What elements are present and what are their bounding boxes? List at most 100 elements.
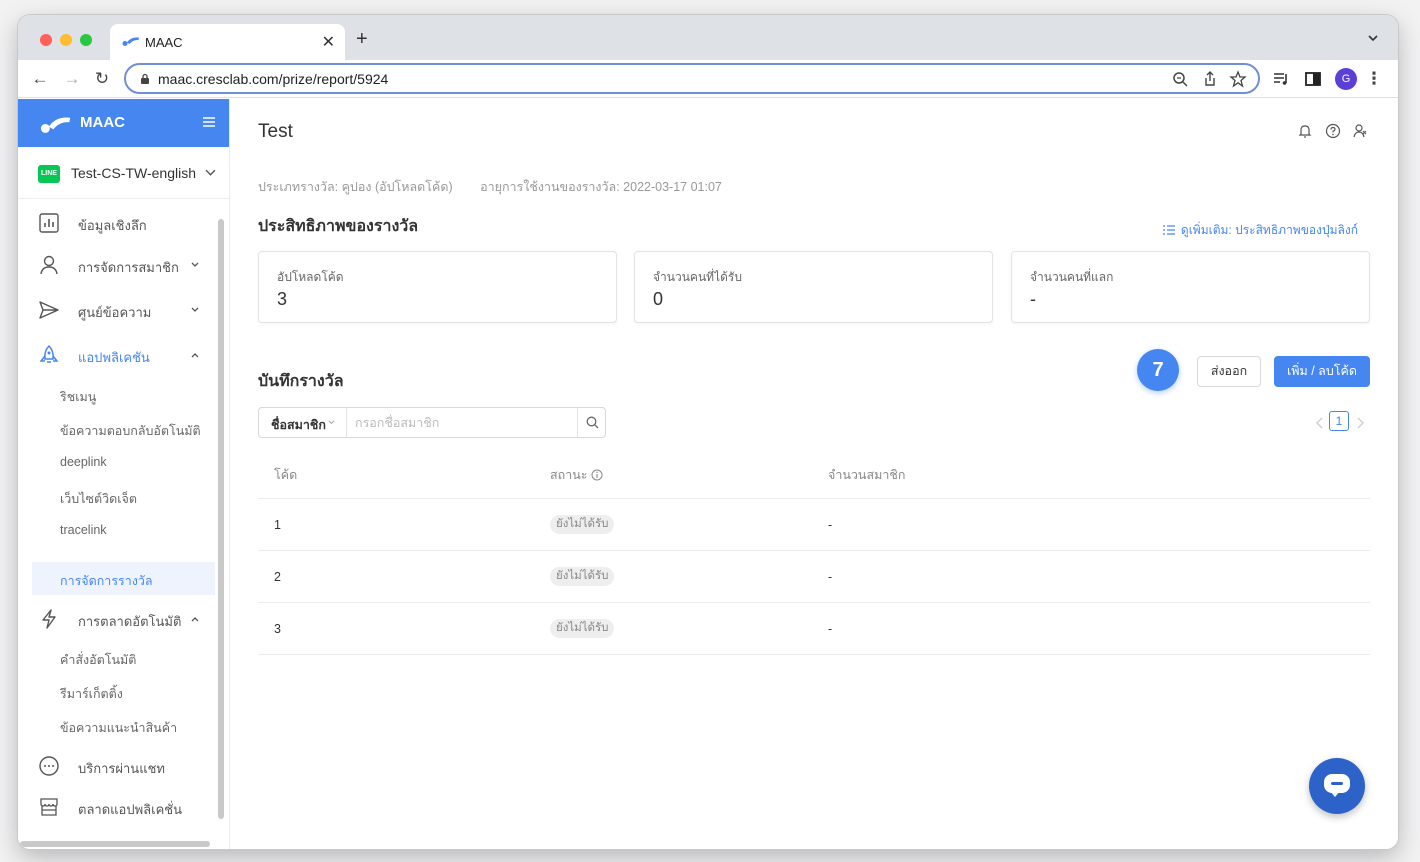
new-tab-button[interactable]: + — [356, 28, 368, 51]
performance-section-title: ประสิทธิภาพของรางวัล — [258, 218, 419, 235]
search-input[interactable] — [355, 412, 565, 433]
members-cell: - — [828, 570, 833, 584]
browser-toolbar: ← → ↻ maac.cresclab.com/prize/report/592… — [18, 60, 1398, 98]
pagination-current-page[interactable]: 1 — [1329, 411, 1349, 431]
zoom-icon[interactable] — [1171, 70, 1189, 88]
sidebar-subitem-auto-reply[interactable]: ข้อความตอบกลับอัตโนมัติ — [32, 412, 215, 445]
brand-name: MAAC — [80, 114, 125, 131]
sidebar-subitem-remarketing[interactable]: รีมาร์เก็ตติ้ง — [32, 675, 215, 708]
address-bar[interactable]: maac.cresclab.com/prize/report/5924 — [124, 63, 1260, 94]
bell-icon[interactable] — [1297, 123, 1313, 139]
sidebar: MAAC LINE Test-CS-TW-english ข้อมูลเชิงล… — [18, 99, 230, 849]
account-switcher[interactable]: LINE Test-CS-TW-english — [18, 147, 229, 199]
column-header-members: จำนวนสมาชิก — [828, 468, 906, 482]
sidebar-item-label: ข้อมูลเชิงลึก — [78, 218, 147, 233]
prize-type: ประเภทรางวัล: คูปอง (อัปโหลดโค้ด) — [258, 180, 453, 194]
account-name: Test-CS-TW-english — [71, 165, 196, 181]
browser-tab[interactable]: MAAC ✕ — [110, 24, 345, 60]
share-icon[interactable] — [1201, 70, 1219, 88]
search-button[interactable] — [577, 408, 606, 437]
sidebar-item-label: บริการผ่านแชท — [78, 761, 165, 776]
stat-card-redeemed: จำนวนคนที่แลก - — [1011, 251, 1370, 323]
bar-chart-icon — [39, 213, 59, 233]
help-icon[interactable] — [1325, 123, 1341, 139]
code-cell: 1 — [274, 518, 281, 532]
more-performance-link[interactable]: ดูเพิ่มเติม: ประสิทธิภาพของปุ่มลิงก์ — [1162, 221, 1358, 240]
sidebar-subitem-label: ข้อความตอบกลับอัตโนมัติ — [60, 424, 201, 438]
chat-widget-button[interactable] — [1309, 758, 1365, 814]
hamburger-menu-icon[interactable] — [202, 115, 216, 129]
member-search: ชื่อสมาชิก — [258, 407, 606, 438]
store-icon — [40, 798, 58, 816]
status-badge: ยังไม่ได้รับ — [550, 567, 615, 586]
sidebar-subitem-deeplink[interactable]: deeplink — [32, 446, 215, 479]
profile-avatar[interactable]: G — [1335, 68, 1357, 90]
step-badge: 7 — [1137, 349, 1179, 391]
sidebar-subitem-richmenu[interactable]: ริชเมนู — [32, 378, 215, 411]
sidebar-item-app-market[interactable]: ตลาดแอปพลิเคชั่น — [18, 787, 218, 827]
sidebar-subitem-tracelink[interactable]: tracelink — [32, 514, 215, 547]
members-cell: - — [828, 518, 833, 532]
close-window-button[interactable] — [40, 34, 52, 46]
sidebar-item-chat-service[interactable]: บริการผ่านแชท — [18, 746, 218, 786]
side-panel-icon[interactable] — [1304, 70, 1322, 88]
tab-search-chevron-icon[interactable] — [1366, 31, 1380, 45]
minimize-window-button[interactable] — [60, 34, 72, 46]
reload-icon[interactable]: ↻ — [92, 69, 112, 89]
forward-arrow-icon[interactable]: → — [62, 69, 82, 89]
chevron-left-icon[interactable] — [1315, 417, 1325, 429]
sidebar-item-applications[interactable]: แอปพลิเคชัน — [18, 335, 218, 375]
sidebar-horizontal-scrollbar[interactable] — [20, 841, 210, 847]
chevron-up-icon — [191, 617, 199, 622]
chevron-right-icon[interactable] — [1355, 417, 1365, 429]
user-icon — [40, 255, 58, 275]
members-cell: - — [828, 622, 833, 636]
sidebar-subitem-auto-command[interactable]: คำสั่งอัตโนมัติ — [32, 641, 215, 674]
sidebar-subitem-label: tracelink — [60, 523, 107, 537]
sidebar-subitem-prize-management[interactable]: การจัดการรางวัล — [32, 562, 215, 595]
url-text: maac.cresclab.com/prize/report/5924 — [158, 71, 389, 87]
info-icon[interactable] — [591, 469, 603, 481]
sidebar-header: MAAC — [18, 99, 229, 147]
sidebar-subitem-label: คำสั่งอัตโนมัติ — [60, 653, 137, 667]
sidebar-subitem-label: deeplink — [60, 455, 107, 469]
stat-value: 0 — [653, 289, 664, 309]
prize-expiry: อายุการใช้งานของรางวัล: 2022-03-17 01:07 — [480, 180, 722, 194]
search-field-select[interactable]: ชื่อสมาชิก — [259, 408, 347, 437]
more-link-text: ดูเพิ่มเติม: ประสิทธิภาพของปุ่มลิงก์ — [1180, 223, 1358, 237]
column-header-code: โค้ด — [274, 468, 298, 482]
sidebar-subitem-label: ข้อความแนะนำสินค้า — [60, 721, 178, 735]
stat-card-uploaded: อัปโหลดโค้ด 3 — [258, 251, 617, 323]
table-header: โค้ด สถานะ จำนวนสมาชิก — [258, 447, 1370, 499]
sidebar-item-message-center[interactable]: ศูนย์ข้อความ — [18, 290, 218, 330]
sidebar-item-automation[interactable]: การตลาดอัตโนมัติ — [18, 599, 218, 639]
sidebar-item-label: การตลาดอัตโนมัติ — [78, 614, 182, 629]
stat-card-received: จำนวนคนที่ได้รับ 0 — [634, 251, 993, 323]
add-remove-code-button[interactable]: เพิ่ม / ลบโค้ด — [1274, 356, 1370, 387]
tab-close-icon[interactable]: ✕ — [322, 32, 335, 52]
search-icon — [586, 416, 599, 429]
browser-menu-icon[interactable]: ⋮ — [1364, 69, 1384, 89]
account-icon[interactable] — [1352, 123, 1368, 139]
status-badge: ยังไม่ได้รับ — [550, 619, 615, 638]
table-row: 1 ยังไม่ได้รับ - — [258, 499, 1370, 551]
tab-title: MAAC — [145, 35, 183, 50]
sidebar-item-insights[interactable]: ข้อมูลเชิงลึก — [18, 203, 218, 243]
sidebar-subitem-widget[interactable]: เว็บไซต์วิดเจ็ต — [32, 480, 215, 513]
sidebar-scrollbar[interactable] — [218, 219, 224, 819]
table-row: 2 ยังไม่ได้รับ - — [258, 551, 1370, 603]
codes-table: โค้ด สถานะ จำนวนสมาชิก 1 ยังไม่ได้รับ - … — [258, 447, 1370, 655]
sidebar-subitem-product-recommendation[interactable]: ข้อความแนะนำสินค้า — [32, 709, 215, 742]
status-badge: ยังไม่ได้รับ — [550, 515, 615, 534]
back-arrow-icon[interactable]: ← — [30, 69, 50, 89]
send-icon — [39, 301, 59, 319]
prize-meta: ประเภทรางวัล: คูปอง (อัปโหลดโค้ด) อายุกา… — [258, 177, 746, 197]
bookmark-star-icon[interactable] — [1229, 70, 1247, 88]
records-section-title: บันทึกรางวัล — [258, 373, 344, 390]
export-button[interactable]: ส่งออก — [1197, 356, 1261, 387]
maximize-window-button[interactable] — [80, 34, 92, 46]
sidebar-subitem-label: ริชเมนู — [60, 390, 97, 404]
sidebar-item-members[interactable]: การจัดการสมาชิก — [18, 245, 218, 285]
lightning-icon — [42, 609, 56, 629]
reading-list-icon[interactable] — [1272, 70, 1290, 88]
